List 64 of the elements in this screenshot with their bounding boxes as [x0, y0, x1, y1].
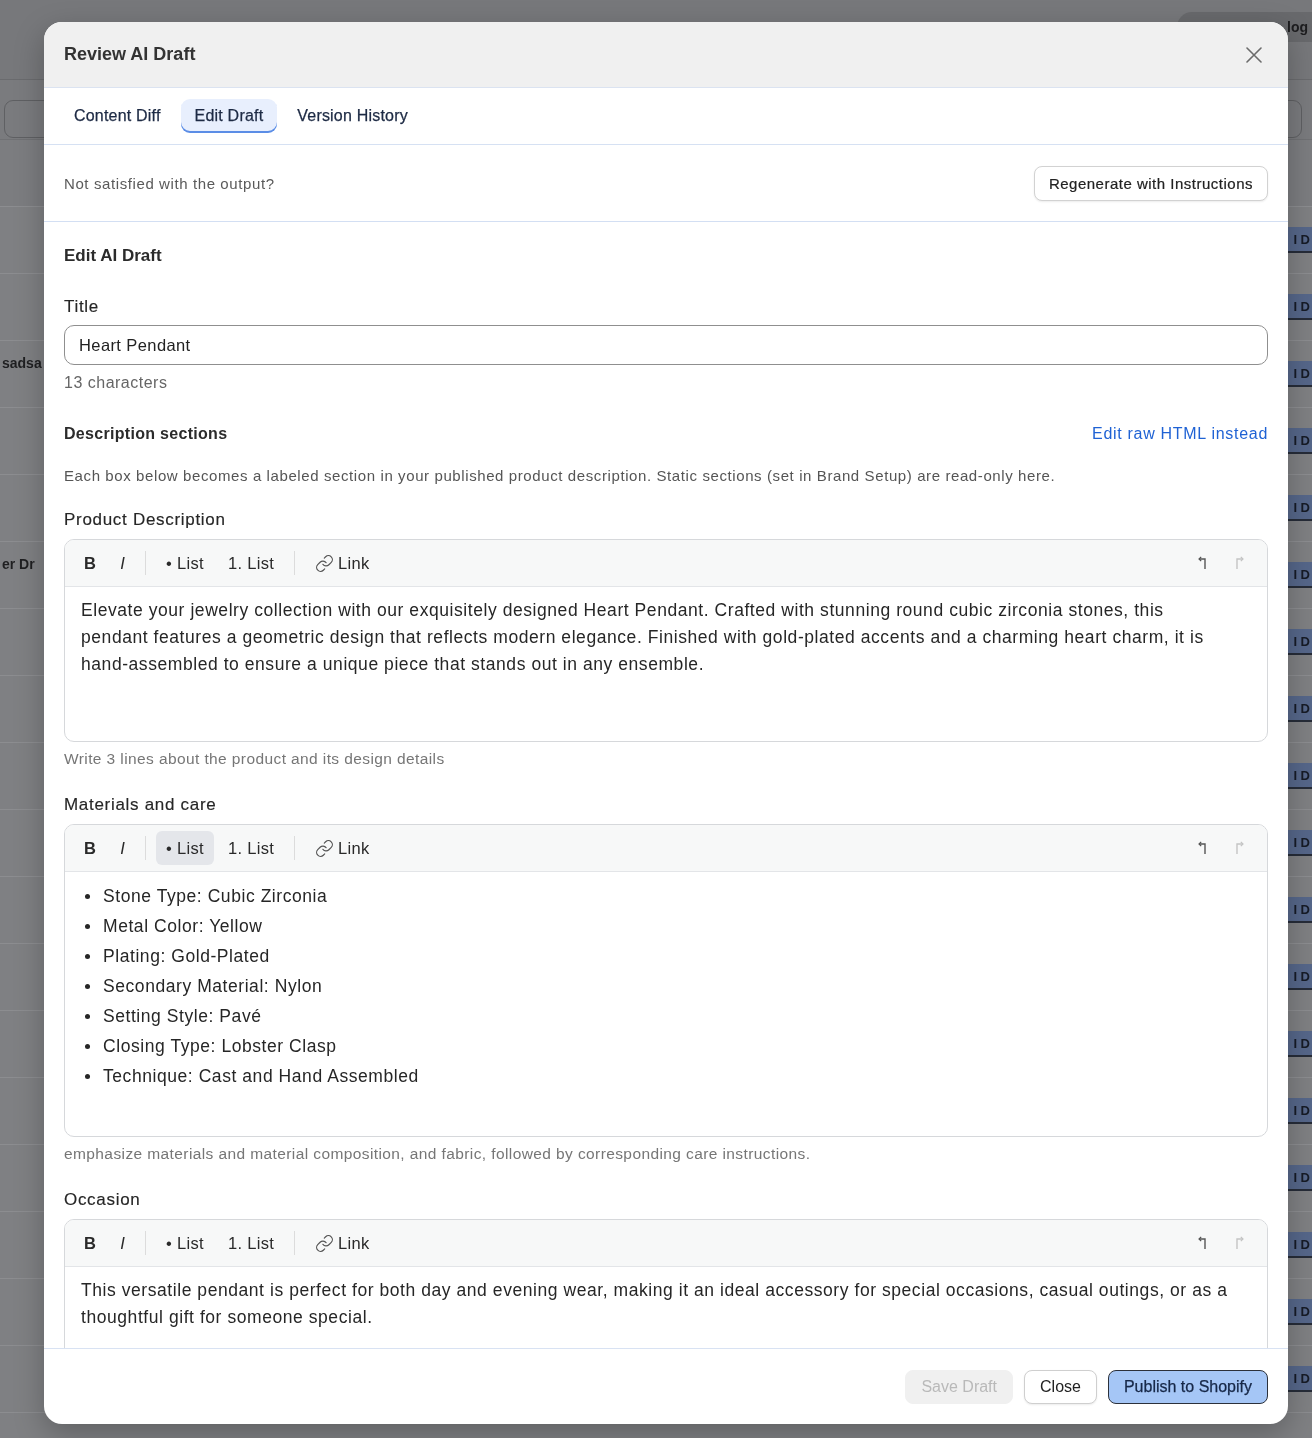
bulleted-list-button[interactable]: • List	[156, 546, 214, 580]
list-item: Metal Color: Yellow	[103, 914, 263, 938]
bulleted-list-button[interactable]: • List	[156, 831, 214, 865]
field-label: Occasion	[64, 1189, 142, 1211]
character-count: 13 characters	[64, 373, 169, 393]
list-item: Secondary Material: Nylon	[103, 974, 323, 998]
bullet-icon	[85, 1013, 90, 1019]
link-icon	[315, 553, 335, 573]
bold-button[interactable]: B	[74, 546, 107, 580]
redo-icon	[1235, 1236, 1245, 1250]
undo-icon	[1197, 556, 1207, 570]
tab[interactable]: Edit Draft	[180, 99, 278, 133]
redo-icon	[1235, 841, 1245, 855]
field-hint: emphasize materials and material composition, and fabric, followed by corresponding care instructions.	[64, 1144, 812, 1164]
field-label: Title	[64, 296, 100, 318]
list-item: Plating: Gold-Plated	[103, 944, 270, 968]
insert-link-button[interactable]: Link	[305, 546, 380, 580]
bold-button[interactable]: B	[74, 1226, 107, 1260]
field-label: Product Description	[64, 509, 227, 531]
undo-icon	[1197, 1236, 1207, 1250]
numbered-list-button[interactable]: 1. List	[217, 1226, 285, 1260]
row-name: er Dr	[1, 556, 35, 572]
numbered-list-button[interactable]: 1. List	[217, 831, 285, 865]
italic-button[interactable]: I	[110, 1226, 136, 1260]
tab[interactable]: Content Diff	[60, 99, 175, 133]
italic-button[interactable]: I	[110, 546, 136, 580]
title-input[interactable]: Heart Pendant	[64, 325, 1268, 365]
link-icon	[315, 838, 335, 858]
bulleted-list-button[interactable]: • List	[156, 1226, 214, 1260]
editor-field[interactable]: Stone Type: Cubic Zirconia Metal Color: Yellow Plating: Gold-Plated Secondary Material: Nylon Setting Style: Pavé Closing Type: Lobster Clasp Technique: Cast and Hand Assembled	[65, 872, 1267, 1136]
tab[interactable]: Version History	[283, 99, 422, 133]
footer-button[interactable]: Close	[1024, 1369, 1097, 1404]
insert-link-button[interactable]: Link	[305, 1226, 380, 1260]
section-heading: Description sections	[64, 424, 228, 444]
list-item: Closing Type: Lobster Clasp	[103, 1034, 337, 1058]
dialog-title: Review AI Draft	[64, 44, 196, 65]
numbered-list-button[interactable]: 1. List	[217, 546, 285, 580]
editor-field[interactable]: This versatile pendant is perfect for both day and evening wear, making it an ideal accessory for special occasions, casual outings, or as a thoughtful gift for someone special.	[65, 1267, 1267, 1348]
field-label: Materials and care	[64, 794, 218, 816]
list-item: Stone Type: Cubic Zirconia	[103, 884, 328, 908]
close-icon	[1246, 46, 1262, 63]
italic-button[interactable]: I	[110, 831, 136, 865]
section-note: Each box below becomes a labeled section in your published product description. Static sections (set in Brand Setup) are read-only here.	[64, 466, 1057, 486]
publish-button[interactable]: Publish to Shopify	[1107, 1369, 1268, 1404]
row-name: sadsa	[1, 355, 42, 371]
list-item: Setting Style: Pavé	[103, 1004, 262, 1028]
bullet-icon	[85, 893, 90, 899]
bullet-icon	[85, 1043, 90, 1049]
bullet-icon	[85, 953, 90, 959]
field-hint: Write 3 lines about the product and its design details	[64, 749, 446, 769]
bullet-icon	[85, 983, 90, 989]
regenerate-button[interactable]: Regenerate with Instructions	[1033, 165, 1268, 201]
redo-icon	[1235, 556, 1245, 570]
editor-field[interactable]: Elevate your jewelry collection with our exquisitely designed Heart Pendant. Crafted with stunning round cubic zirconia stones, this pendant features a geometric design that reflects modern elegance. Finished with gold-plated accents and a charming heart charm, it is hand-assembled to ensure a unique piece that stands out in any ensemble.	[65, 587, 1267, 741]
link-icon	[315, 1233, 335, 1253]
section-heading: Edit AI Draft	[64, 245, 163, 267]
regenerate-prompt: Not satisfied with the output?	[64, 174, 275, 192]
insert-link-button[interactable]: Link	[305, 831, 380, 865]
undo-icon	[1197, 841, 1207, 855]
list-item: Technique: Cast and Hand Assembled	[103, 1064, 419, 1088]
bullet-icon	[85, 1073, 90, 1079]
bullet-icon	[85, 923, 90, 929]
bold-button[interactable]: B	[74, 831, 107, 865]
edit-html-link[interactable]: Edit raw HTML instead	[1092, 423, 1268, 445]
